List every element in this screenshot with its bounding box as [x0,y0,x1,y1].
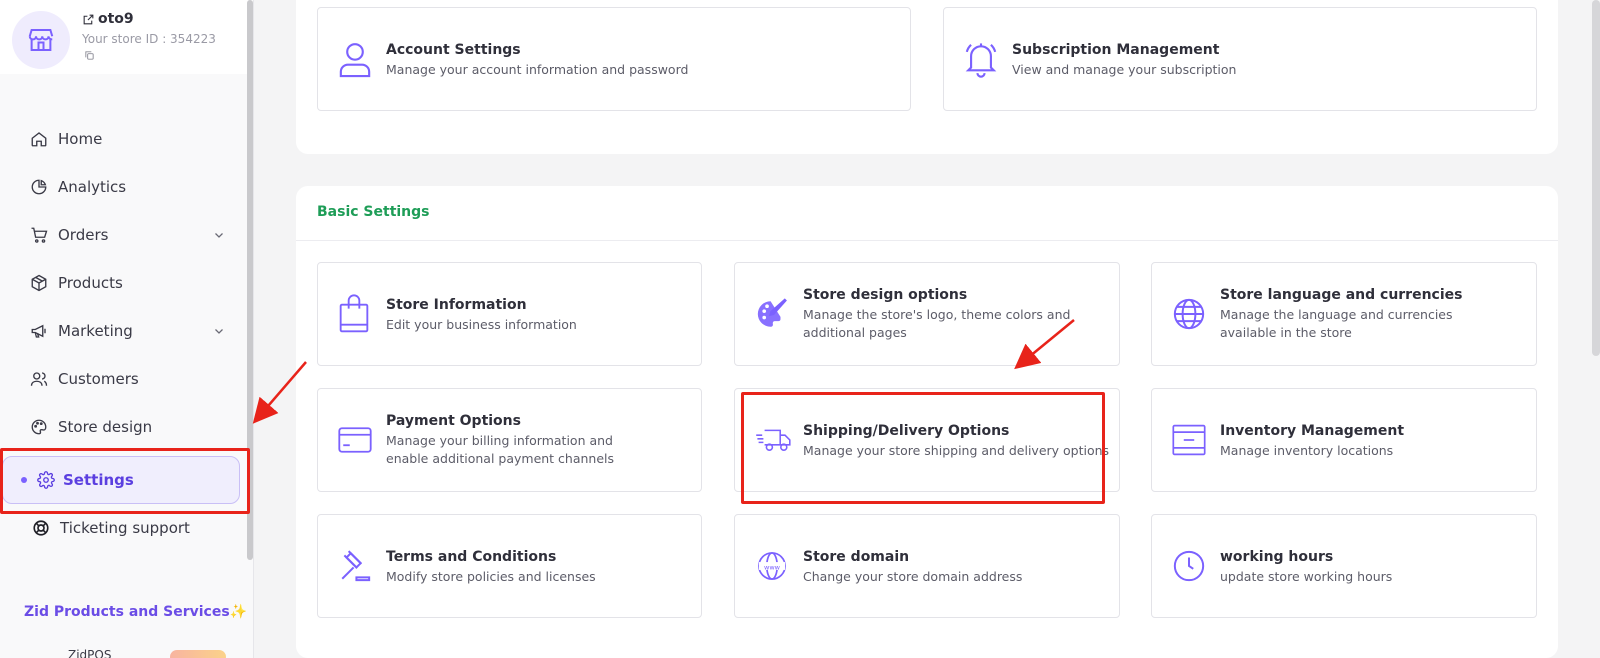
copy-icon[interactable] [84,50,95,61]
user-icon [339,43,371,78]
store-id: Your store ID : 354223 [82,32,216,46]
card-description: View and manage your subscription [1012,62,1237,77]
lifebuoy-icon [33,520,49,536]
clock-icon [1173,550,1205,582]
card-title: Subscription Management [1012,42,1220,58]
card-title: Store language and currencies [1220,287,1463,303]
card-description: update store working hours [1220,569,1393,584]
card-description: Change your store domain address [803,569,1023,584]
sidebar-item-label: Customers [58,370,139,388]
payment-options-card[interactable]: Payment Options Manage your billing info… [317,388,702,492]
gavel-icon [341,550,371,582]
megaphone-icon [31,324,46,338]
account-settings-card[interactable]: Account Settings Manage your account inf… [317,7,911,111]
sidebar: oto9 Your store ID : 354223 Home Analyti… [0,0,254,658]
warehouse-icon [1172,424,1206,456]
globe-icon [1173,298,1205,330]
chevron-down-icon[interactable] [213,229,225,241]
card-title: Store domain [803,549,910,565]
account-panel: Account Settings Manage your account inf… [296,0,1558,154]
store-domain-card[interactable]: www Store domain Change your store domai… [734,514,1120,618]
subscription-management-card[interactable]: Subscription Management View and manage … [943,7,1537,111]
sidebar-item-label: Products [58,274,123,292]
card-title: working hours [1220,549,1334,565]
card-title: Inventory Management [1220,423,1405,439]
palette-icon [31,419,47,435]
sidebar-item-analytics[interactable]: Analytics [30,173,225,201]
bell-icon [965,43,997,78]
domain-globe-icon: www [758,552,786,580]
card-description: Manage inventory locations [1220,443,1394,458]
card-title: Account Settings [386,42,521,58]
svg-text:www: www [764,563,781,571]
sidebar-item-label: Ticketing support [60,519,190,537]
store-design-options-card[interactable]: Store design options Manage the store's … [734,262,1120,366]
store-language-currencies-card[interactable]: Store language and currencies Manage the… [1151,262,1537,366]
store-name[interactable]: oto9 [82,11,134,27]
store-information-card[interactable]: Store Information Edit your business inf… [317,262,702,366]
card-title: Store Information [386,297,527,313]
annotation-highlight-settings [0,448,250,514]
credit-card-icon [338,427,372,453]
sidebar-item-ticketing-support[interactable]: Ticketing support [32,514,227,542]
inventory-management-card[interactable]: Inventory Management Manage inventory lo… [1151,388,1537,492]
store-header: oto9 Your store ID : 354223 [0,0,248,74]
terms-conditions-card[interactable]: Terms and Conditions Modify store polici… [317,514,702,618]
external-link-icon [83,14,94,24]
sidebar-item-orders[interactable]: Orders [30,221,225,249]
sidebar-item-label: Orders [58,226,109,244]
sidebar-item-products[interactable]: Products [30,269,225,297]
card-description: Manage your account information and pass… [386,62,689,77]
sidebar-item-label: Analytics [58,178,127,196]
sidebar-item-home[interactable]: Home [30,125,225,153]
card-description: Edit your business information [386,317,577,332]
sidebar-item-label: Home [58,130,103,148]
sidebar-item-customers[interactable]: Customers [30,365,225,393]
card-title: Payment Options [386,413,521,429]
store-name-text: oto9 [98,11,134,27]
section-divider [296,240,1558,241]
sidebar-item-marketing[interactable]: Marketing [30,317,225,345]
store-icon [28,29,54,51]
sidebar-item-zidpos[interactable]: ZidPOS [68,648,111,658]
card-description: Modify store policies and licenses [386,569,596,584]
sidebar-item-store-design[interactable]: Store design [30,413,225,441]
cart-icon [31,227,48,243]
card-description: Manage the store's logo, theme colors an… [803,307,1071,340]
zid-products-section-title: Zid Products and Services✨ [24,604,248,620]
working-hours-card[interactable]: working hours update store working hours [1151,514,1537,618]
box-icon [31,274,47,292]
main-scrollbar[interactable] [1592,0,1600,356]
annotation-highlight-shipping [741,392,1105,504]
basic-settings-title: Basic Settings [317,204,430,220]
new-badge [170,650,226,658]
palette-brush-icon [757,298,787,327]
chevron-down-icon[interactable] [213,325,225,337]
sidebar-item-label: Marketing [58,322,133,340]
users-icon [30,372,48,386]
sidebar-item-label: Store design [58,418,153,436]
card-description: Manage the language and currencies avail… [1220,307,1453,340]
home-icon [31,132,47,147]
shopping-bag-icon [339,294,369,333]
card-title: Terms and Conditions [386,549,557,565]
card-title: Store design options [803,287,968,303]
card-description: Manage your billing information and enab… [386,433,615,466]
store-avatar[interactable] [12,11,70,69]
pie-chart-icon [31,179,47,195]
